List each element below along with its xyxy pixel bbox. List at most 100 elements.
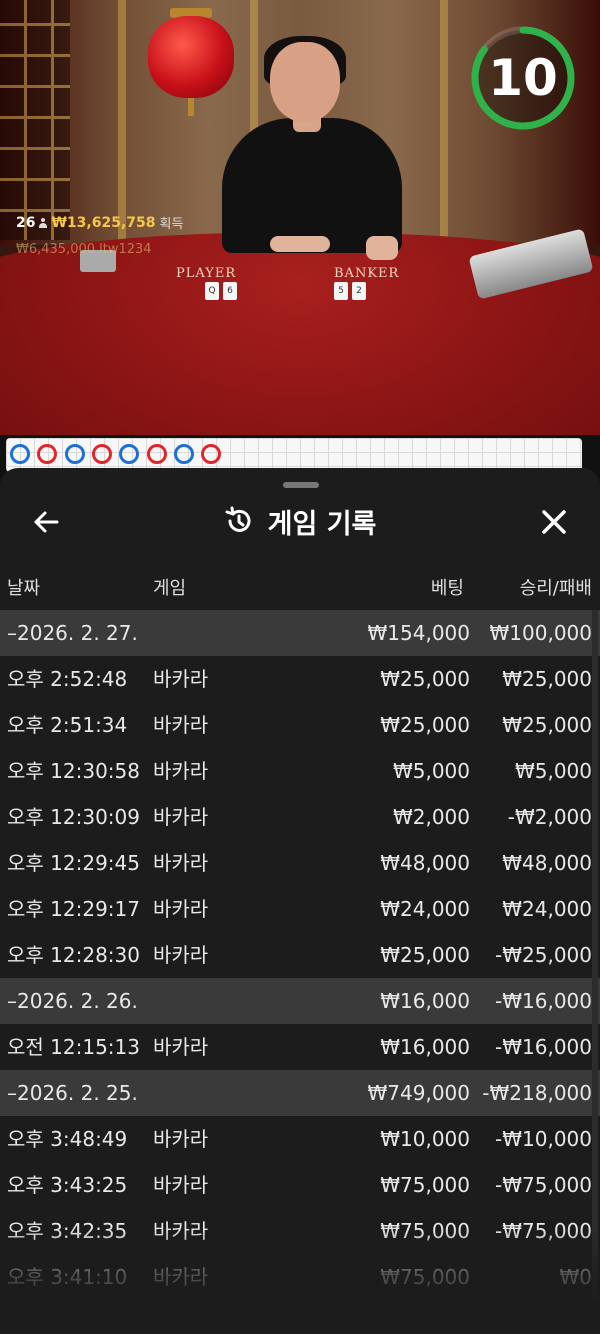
dealer-hand (270, 236, 330, 252)
back-button[interactable] (24, 500, 68, 544)
close-button[interactable] (532, 500, 576, 544)
banker-card: 2 (352, 282, 366, 300)
date-group-row[interactable]: –2026. 2. 25. ₩749,000 -₩218,000 (0, 1070, 600, 1116)
row-bet: ₩5,000 (392, 759, 470, 783)
row-result: -₩16,000 (495, 1035, 592, 1059)
row-result: -₩25,000 (495, 943, 592, 967)
group-result-total: -₩16,000 (495, 989, 592, 1013)
row-result: -₩75,000 (495, 1219, 592, 1243)
row-time: 오후 12:30:58 (7, 759, 140, 783)
table-header: 날짜 게임 베팅 승리/패배 (0, 568, 600, 604)
red-lantern (148, 16, 234, 98)
row-bet: ₩25,000 (380, 667, 470, 691)
row-game: 바카라 (153, 759, 209, 783)
table-row[interactable]: 오후 3:48:49 바카라 ₩10,000 -₩10,000 (0, 1116, 600, 1162)
arrow-left-icon (34, 511, 59, 533)
player-count: 26 (16, 214, 36, 231)
roadmap-player-bead (64, 444, 85, 464)
roadmap-player-bead (173, 444, 194, 464)
date-group-row[interactable]: –2026. 2. 26. ₩16,000 -₩16,000 (0, 978, 600, 1024)
row-bet: ₩25,000 (380, 713, 470, 737)
table-row[interactable]: 오후 3:42:35 바카라 ₩75,000 -₩75,000 (0, 1208, 600, 1254)
row-game: 바카라 (153, 1173, 209, 1197)
row-result: ₩0 (559, 1265, 593, 1289)
group-result-total: -₩218,000 (482, 1081, 592, 1105)
dealer (222, 118, 402, 253)
date-group-row[interactable]: –2026. 2. 27. ₩154,000 ₩100,000 (0, 610, 600, 656)
group-date: –2026. 2. 25. (7, 1081, 138, 1105)
table-row[interactable]: 오전 12:15:13 바카라 ₩16,000 -₩16,000 (0, 1024, 600, 1070)
row-time: 오후 12:28:30 (7, 943, 140, 967)
row-time: 오후 3:41:10 (7, 1265, 128, 1289)
player-card: 6 (223, 282, 237, 300)
history-list[interactable]: –2026. 2. 27. ₩154,000 ₩100,000 오후 2:52:48 바… (0, 610, 600, 1300)
countdown-timer: 10 (488, 49, 558, 107)
row-time: 오후 12:29:45 (7, 851, 140, 875)
dealer-hand (366, 236, 398, 260)
row-game: 바카라 (153, 805, 209, 829)
page-title: 게임 기록 (267, 508, 377, 540)
game-history-sheet: 게임 기록 날짜 게임 베팅 승리/패배 –2026. 2. 27. ₩154,0… (0, 468, 600, 1334)
column-bet: 베팅 (430, 578, 464, 599)
banker-card: 5 (334, 282, 348, 300)
total-winnings: ₩13,625,758 (51, 214, 156, 231)
row-game: 바카라 (153, 1265, 209, 1289)
row-game: 바카라 (153, 1127, 209, 1151)
win-ticker: ₩6,435,000 ltw1234 (16, 242, 152, 257)
row-bet: ₩10,000 (380, 1127, 470, 1151)
person-icon (39, 217, 48, 228)
player-label: PLAYER (176, 266, 237, 281)
table-row[interactable]: 오후 3:43:25 바카라 ₩75,000 -₩75,000 (0, 1162, 600, 1208)
sheet-grabber-handle[interactable] (283, 482, 319, 488)
roadmap-player-bead (10, 444, 30, 464)
group-bet-total: ₩16,000 (380, 989, 470, 1013)
column-result: 승리/패배 (519, 578, 592, 599)
row-game: 바카라 (153, 851, 209, 875)
column-date: 날짜 (7, 578, 41, 599)
close-icon (542, 510, 566, 534)
table-row[interactable]: 오후 2:51:34 바카라 ₩25,000 ₩25,000 (0, 702, 600, 748)
table-row[interactable]: 오후 12:29:17 바카라 ₩24,000 ₩24,000 (0, 886, 600, 932)
row-result: ₩25,000 (502, 667, 592, 691)
row-result: ₩24,000 (502, 897, 592, 921)
row-bet: ₩75,000 (380, 1219, 470, 1243)
roadmap-banker-bead (146, 444, 167, 464)
row-result: -₩2,000 (507, 805, 592, 829)
group-result-total: ₩100,000 (489, 621, 592, 645)
row-time: 오후 12:29:17 (7, 897, 140, 921)
winnings-summary: 26 ₩13,625,758 획득 (16, 213, 183, 233)
row-bet: ₩2,000 (392, 805, 470, 829)
row-time: 오후 3:48:49 (7, 1127, 128, 1151)
table-row[interactable]: 오후 2:52:48 바카라 ₩25,000 ₩25,000 (0, 656, 600, 702)
history-icon (225, 506, 251, 532)
row-time: 오후 2:52:48 (7, 667, 128, 691)
roadmap-banker-bead (91, 444, 112, 464)
dealer-head (270, 42, 340, 122)
scrollbar[interactable] (592, 610, 598, 1300)
row-bet: ₩75,000 (380, 1173, 470, 1197)
row-bet: ₩24,000 (380, 897, 470, 921)
table-row[interactable]: 오후 12:29:45 바카라 ₩48,000 ₩48,000 (0, 840, 600, 886)
row-game: 바카라 (153, 1035, 209, 1059)
row-bet: ₩25,000 (380, 943, 470, 967)
row-result: ₩25,000 (502, 713, 592, 737)
pillar-decoration (440, 0, 448, 240)
table-row[interactable]: 오후 12:30:09 바카라 ₩2,000 -₩2,000 (0, 794, 600, 840)
banker-label: BANKER (334, 266, 400, 281)
table-row[interactable]: 오후 12:30:58 바카라 ₩5,000 ₩5,000 (0, 748, 600, 794)
lantern-tassel (188, 98, 194, 116)
row-bet: ₩75,000 (380, 1265, 470, 1289)
live-video[interactable]: PLAYER BANKER Q 6 5 2 26 ₩13,625,758 획득 … (0, 0, 600, 435)
row-result: -₩10,000 (495, 1127, 592, 1151)
row-time: 오후 2:51:34 (7, 713, 128, 737)
row-game: 바카라 (153, 667, 209, 691)
table-row[interactable]: 오후 12:28:30 바카라 ₩25,000 -₩25,000 (0, 932, 600, 978)
row-time: 오후 3:42:35 (7, 1219, 128, 1243)
row-time: 오후 3:43:25 (7, 1173, 128, 1197)
roadmap-banker-bead (201, 444, 222, 464)
table-row[interactable]: 오후 3:41:10 바카라 ₩75,000 ₩0 (0, 1254, 600, 1300)
row-game: 바카라 (153, 713, 209, 737)
lattice-decoration (0, 0, 70, 240)
column-game: 게임 (153, 578, 187, 599)
group-bet-total: ₩154,000 (367, 621, 470, 645)
